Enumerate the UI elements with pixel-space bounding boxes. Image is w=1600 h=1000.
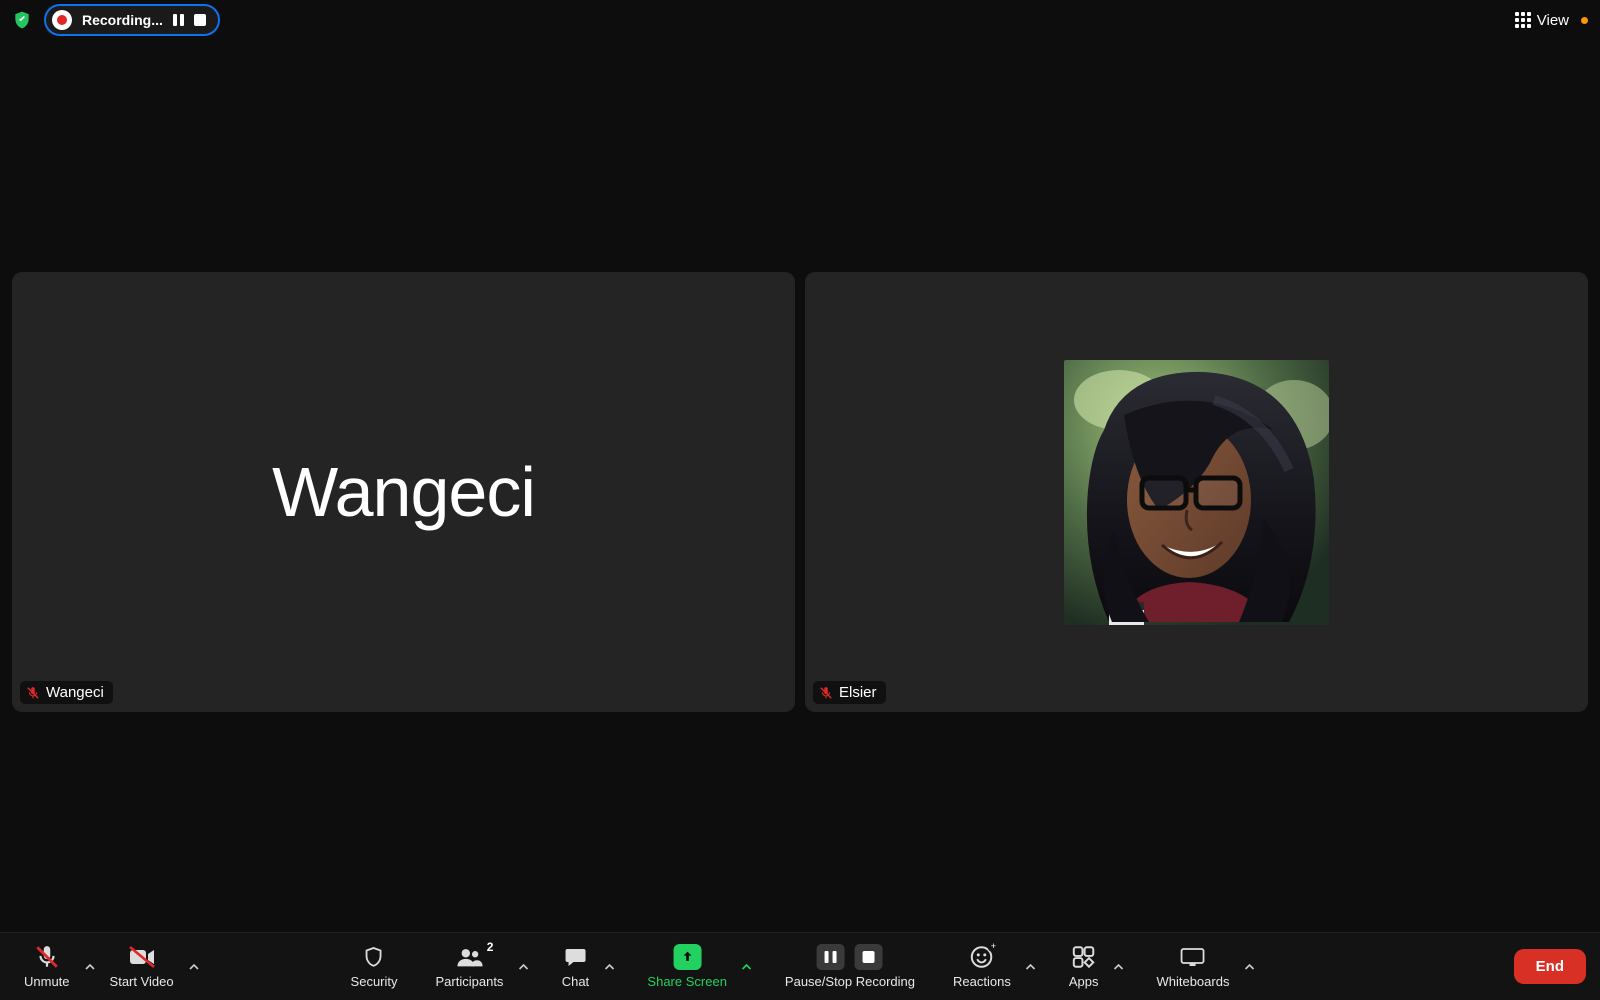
view-button[interactable]: View <box>1515 12 1569 29</box>
pause-stop-recording-button[interactable]: Pause/Stop Recording <box>775 939 925 995</box>
unmute-button[interactable]: Unmute <box>14 939 80 995</box>
security-label: Security <box>351 974 398 989</box>
video-grid: Wangeci Wangeci <box>12 272 1588 712</box>
participant-name-tag: Wangeci <box>20 681 113 704</box>
participant-name-tag: Elsier <box>813 681 886 704</box>
participants-label: Participants <box>436 974 504 989</box>
apps-caret[interactable] <box>1108 939 1128 995</box>
participant-avatar <box>1064 360 1329 625</box>
unmute-label: Unmute <box>24 974 70 989</box>
participants-icon: 2 <box>455 944 483 970</box>
security-button[interactable]: Security <box>341 939 408 995</box>
whiteboards-label: Whiteboards <box>1156 974 1229 989</box>
reactions-icon: + <box>968 944 996 970</box>
chat-button[interactable]: Chat <box>551 939 599 995</box>
participants-button[interactable]: 2 Participants <box>426 939 514 995</box>
center-controls: Security 2 Participants <box>341 939 1260 995</box>
grid-icon <box>1515 12 1531 28</box>
whiteboards-button[interactable]: Whiteboards <box>1146 939 1239 995</box>
end-meeting-button[interactable]: End <box>1514 949 1586 984</box>
stop-recording-icon[interactable] <box>194 14 206 26</box>
participant-tile[interactable]: Elsier <box>805 272 1588 712</box>
reactions-button[interactable]: + Reactions <box>943 939 1021 995</box>
start-video-label: Start Video <box>110 974 174 989</box>
share-screen-icon <box>673 944 701 970</box>
pause-recording-icon[interactable] <box>173 14 184 26</box>
recording-label: Recording... <box>82 12 163 28</box>
participant-placeholder-name: Wangeci <box>272 452 535 532</box>
encryption-shield-icon[interactable] <box>12 10 32 30</box>
chat-label: Chat <box>562 974 589 989</box>
video-options-caret[interactable] <box>184 939 204 995</box>
apps-button[interactable]: Apps <box>1059 939 1109 995</box>
share-screen-button[interactable]: Share Screen <box>637 939 737 995</box>
participants-count: 2 <box>487 940 494 954</box>
share-screen-label: Share Screen <box>647 974 727 989</box>
recording-indicator: Recording... <box>44 4 220 36</box>
share-caret[interactable] <box>737 939 757 995</box>
record-dot-icon <box>52 10 72 30</box>
apps-label: Apps <box>1069 974 1099 989</box>
participant-name-text: Wangeci <box>46 684 104 701</box>
reactions-caret[interactable] <box>1021 939 1041 995</box>
apps-icon <box>1070 944 1098 970</box>
chat-icon <box>561 944 589 970</box>
top-bar: Recording... View <box>0 0 1600 40</box>
participant-name-text: Elsier <box>839 684 877 701</box>
stop-recording-box-icon[interactable] <box>855 944 883 970</box>
reactions-label: Reactions <box>953 974 1011 989</box>
muted-mic-icon <box>26 685 40 701</box>
whiteboards-caret[interactable] <box>1239 939 1259 995</box>
bottom-toolbar: Unmute Start Video Security <box>0 932 1600 1000</box>
plus-badge-icon: + <box>988 941 999 952</box>
view-label: View <box>1537 12 1569 29</box>
shield-icon <box>360 944 388 970</box>
chat-caret[interactable] <box>599 939 619 995</box>
mic-muted-icon <box>33 944 61 970</box>
start-video-button[interactable]: Start Video <box>100 939 184 995</box>
notification-dot-icon <box>1581 17 1588 24</box>
whiteboard-icon <box>1179 944 1207 970</box>
record-label: Pause/Stop Recording <box>785 974 915 989</box>
pause-recording-box-icon[interactable] <box>817 944 845 970</box>
audio-video-group: Unmute Start Video <box>14 939 204 995</box>
camera-off-icon <box>128 944 156 970</box>
muted-mic-icon <box>819 685 833 701</box>
participant-tile[interactable]: Wangeci Wangeci <box>12 272 795 712</box>
audio-options-caret[interactable] <box>80 939 100 995</box>
participants-caret[interactable] <box>513 939 533 995</box>
